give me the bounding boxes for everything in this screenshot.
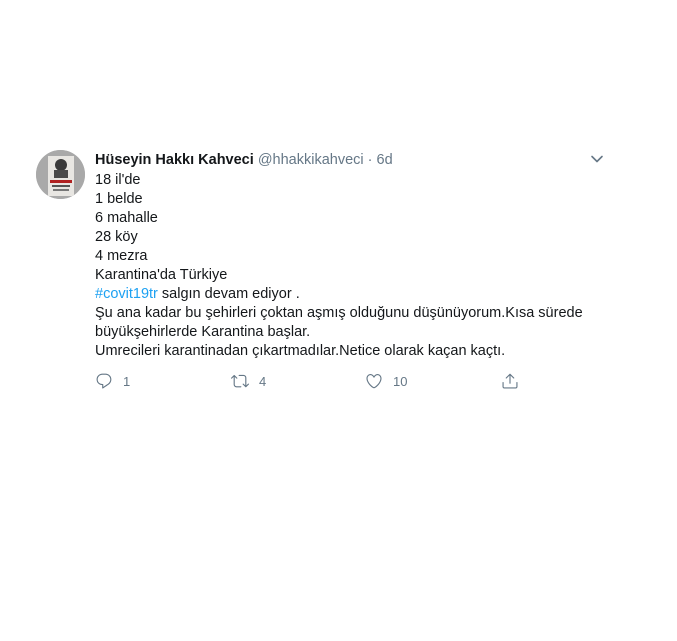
avatar[interactable] bbox=[36, 150, 85, 199]
tweet-line: Karantina'da Türkiye bbox=[95, 267, 228, 283]
tweet-line: 28 köy bbox=[95, 229, 138, 245]
author-handle[interactable]: @hhakkikahveci bbox=[258, 152, 364, 168]
retweet-count: 4 bbox=[259, 373, 267, 389]
like-button[interactable]: 10 bbox=[365, 370, 407, 392]
share-icon bbox=[501, 372, 519, 390]
tweet-line: Şu ana kadar bu şehirleri çoktan aşmış o… bbox=[95, 305, 583, 321]
tweet-line: Umrecileri karantinadan çıkartmadılar.Ne… bbox=[95, 343, 506, 359]
tweet-line: 18 il'de bbox=[95, 172, 141, 188]
retweet-icon bbox=[231, 372, 249, 390]
hashtag-link[interactable]: #covit19tr bbox=[95, 286, 158, 302]
author-name[interactable]: Hüseyin Hakkı Kahveci bbox=[95, 152, 254, 168]
chevron-down-icon[interactable] bbox=[590, 152, 604, 166]
reply-button[interactable]: 1 bbox=[95, 370, 130, 392]
heart-icon bbox=[365, 372, 383, 390]
tweet-line: 4 mezra bbox=[95, 248, 148, 264]
tweet-header: Hüseyin Hakkı Kahveci @hhakkikahveci · 6… bbox=[95, 151, 393, 169]
separator-dot: · bbox=[367, 152, 373, 168]
retweet-button[interactable]: 4 bbox=[231, 370, 266, 392]
tweet-actions: 1 4 10 bbox=[95, 370, 518, 392]
tweet-line: büyükşehirlerde Karantina başlar. bbox=[95, 324, 311, 340]
reply-count: 1 bbox=[123, 373, 131, 389]
tweet-line-hashtag: #covit19tr salgın devam ediyor . bbox=[95, 285, 605, 304]
tweet-line: 6 mahalle bbox=[95, 210, 158, 226]
share-button[interactable] bbox=[501, 370, 519, 392]
avatar-image bbox=[36, 150, 85, 199]
tweet-text: 18 il'de 1 belde 6 mahalle 28 köy 4 mezr… bbox=[95, 171, 605, 361]
hashtag-rest: salgın devam ediyor . bbox=[157, 286, 300, 302]
tweet-line: 1 belde bbox=[95, 191, 143, 207]
like-count: 10 bbox=[393, 373, 408, 389]
tweet-time[interactable]: 6d bbox=[377, 152, 393, 168]
reply-icon bbox=[95, 372, 113, 390]
